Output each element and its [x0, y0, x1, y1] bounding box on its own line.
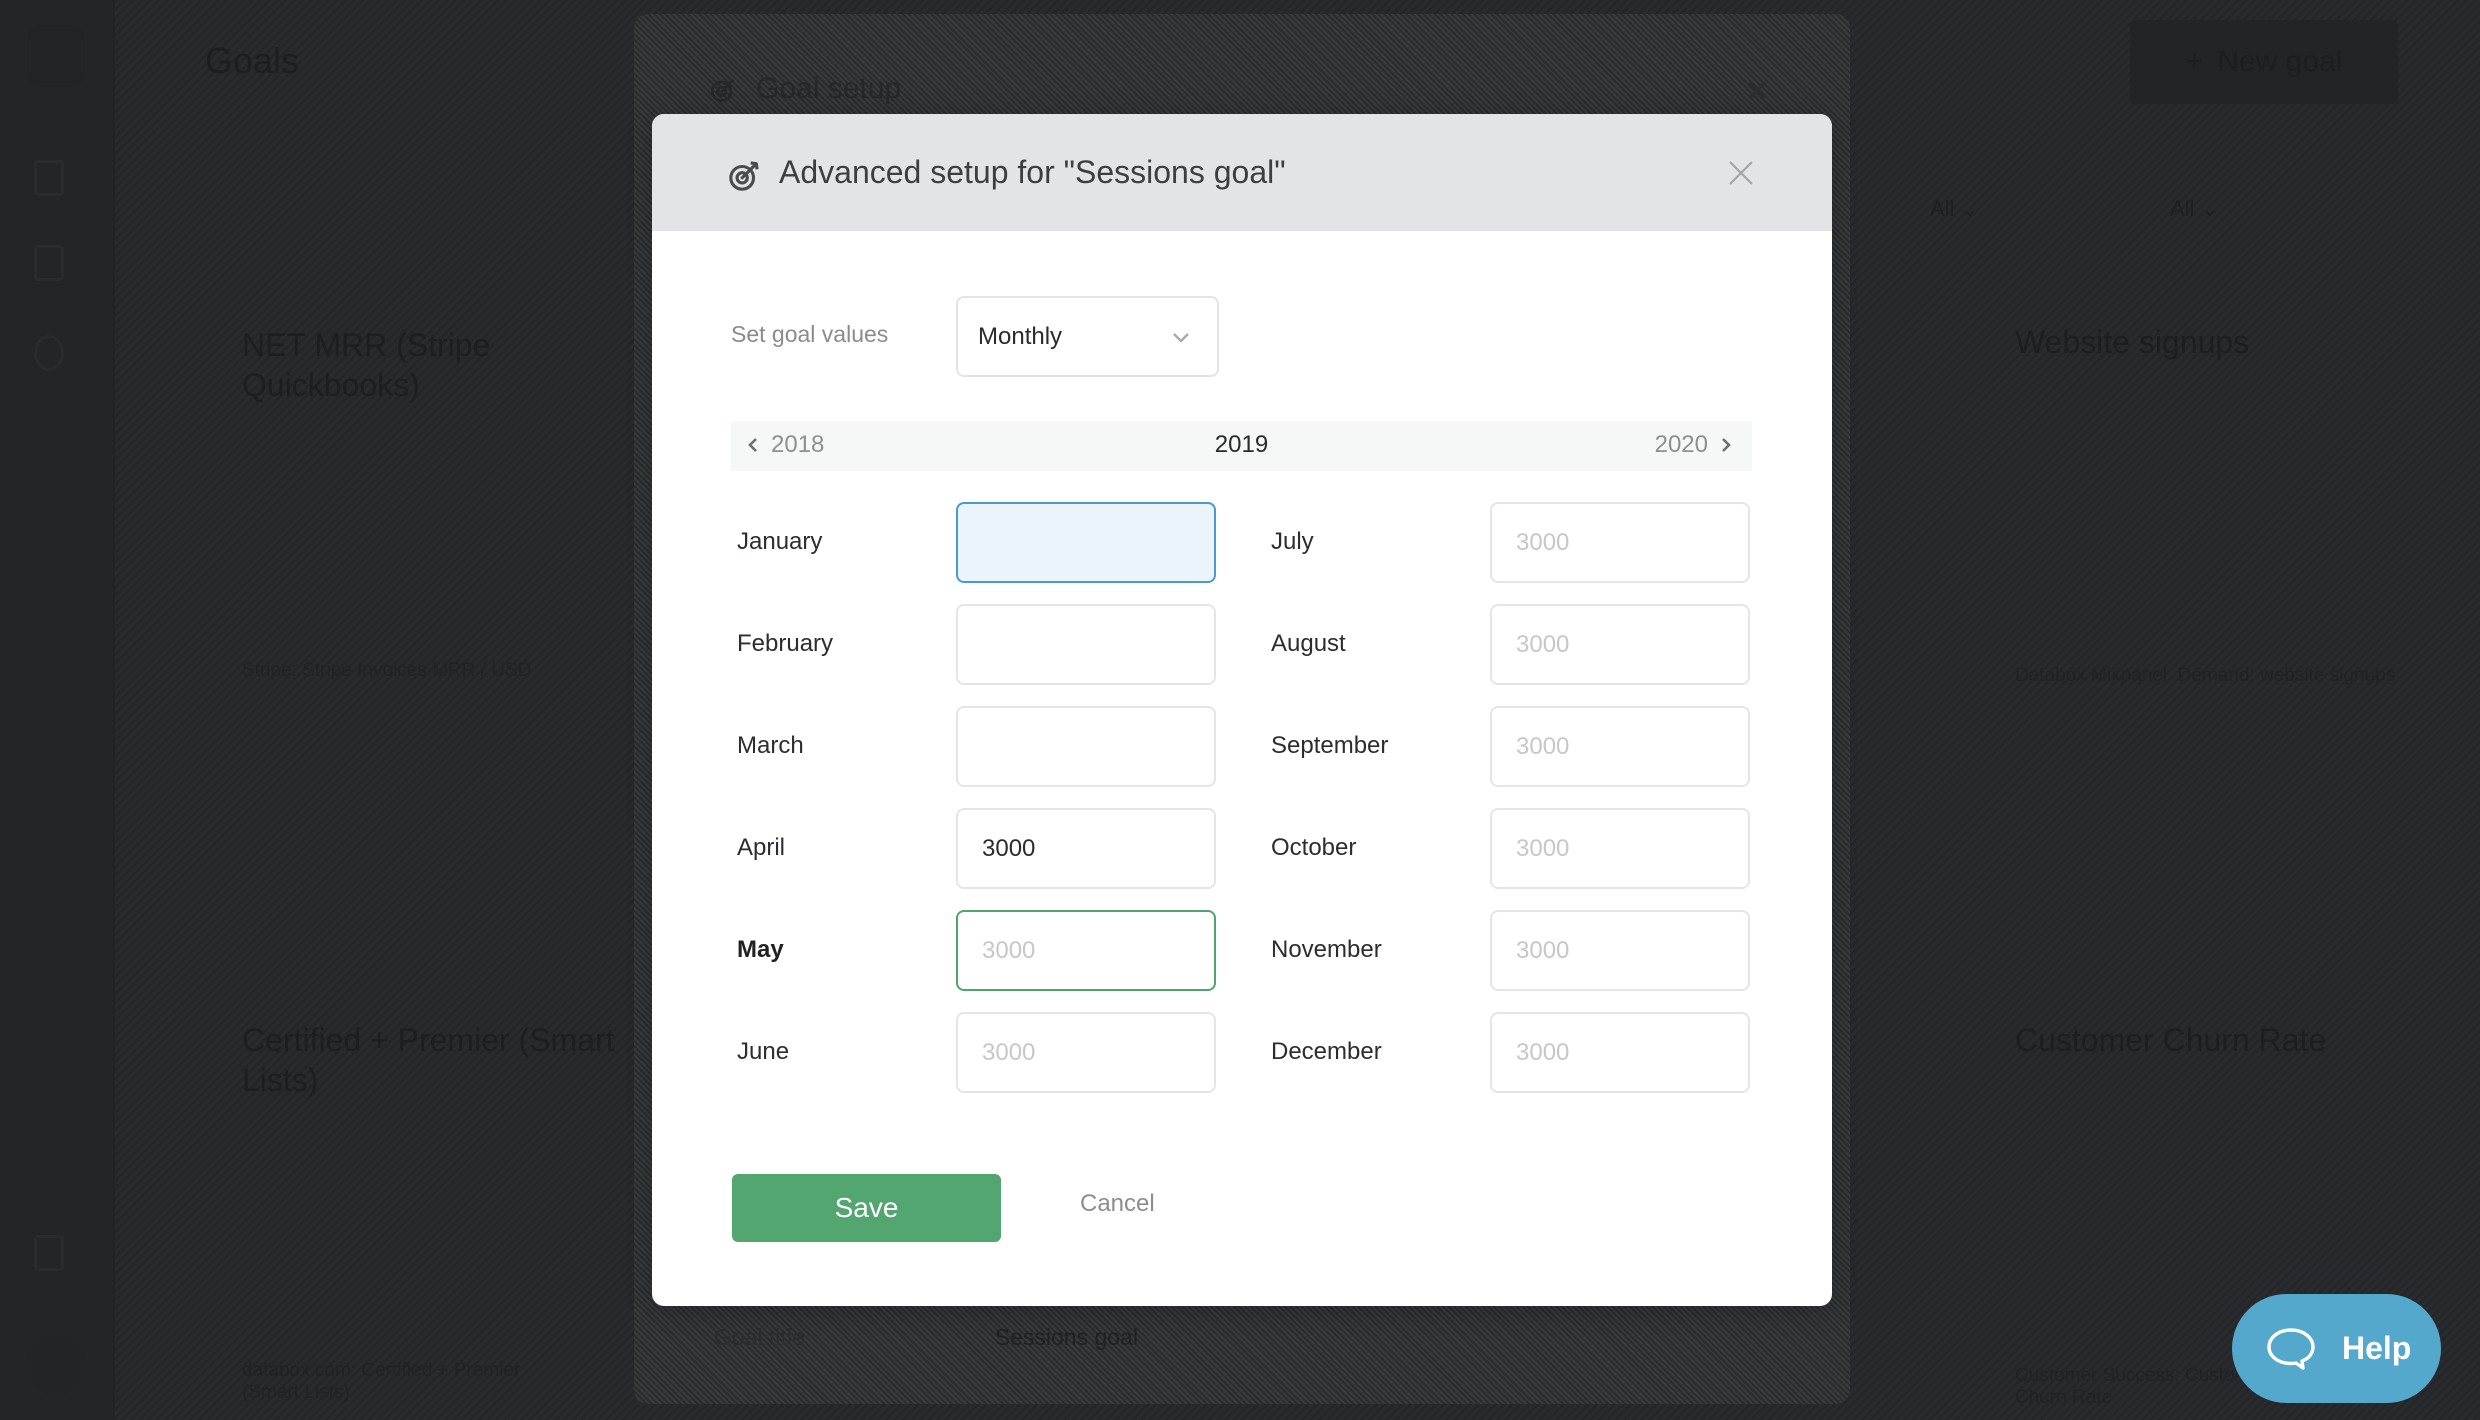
month-label-december: December [1271, 1038, 1382, 1065]
app-logo[interactable] [27, 25, 85, 87]
next-year-button[interactable]: 2020 [1655, 431, 1732, 459]
month-label-march: March [737, 732, 804, 759]
month-label-april: April [737, 834, 786, 861]
month-label-september: September [1271, 732, 1389, 759]
month-label-july: July [1271, 528, 1314, 555]
month-input-august[interactable] [1490, 604, 1750, 685]
period-select[interactable]: Monthly [956, 296, 1219, 377]
new-goal-label: New goal [2217, 45, 2343, 78]
goal-card-title[interactable]: NET MRR (Stripe Quickbooks) [242, 325, 622, 405]
settings-nav-icon[interactable] [34, 1235, 64, 1271]
period-select-value: Monthly [978, 322, 1063, 350]
advanced-setup-dialog: Advanced setup for "Sessions goal" Set g… [652, 114, 1832, 1306]
help-button[interactable]: Help [2232, 1294, 2441, 1403]
goal-title-label: Goal title [714, 1324, 805, 1350]
goal-card-subtitle: Databox Mixpanel: Demand: website signup… [2015, 665, 2396, 686]
page-title: Goals [205, 40, 300, 81]
cancel-button[interactable]: Cancel [1080, 1190, 1155, 1218]
chevron-down-icon [1173, 333, 1189, 343]
month-label-may: May [737, 936, 784, 963]
close-icon[interactable] [1726, 158, 1756, 188]
metrics-nav-icon[interactable] [34, 245, 64, 281]
new-goal-button[interactable]: + New goal [2130, 20, 2398, 104]
chat-bubble-icon [2267, 1327, 2315, 1370]
goal-setup-title: Goal setup [756, 72, 902, 105]
goal-title-value[interactable]: Sessions goal [995, 1324, 1138, 1351]
current-year: 2019 [1214, 431, 1269, 458]
month-label-january: January [737, 528, 823, 555]
month-label-june: June [737, 1038, 790, 1065]
close-icon[interactable]: ✕ [1745, 74, 1770, 109]
target-arrow-icon [729, 161, 759, 191]
dialog-title: Advanced setup for "Sessions goal" [779, 154, 1286, 190]
month-input-november[interactable] [1490, 910, 1750, 991]
user-avatar[interactable] [26, 1335, 86, 1395]
filter-dropdown-1[interactable]: All ⌄ [1930, 196, 1979, 222]
goal-title-row: Goal title Sessions goal [714, 1324, 1138, 1351]
month-input-april[interactable] [956, 808, 1216, 889]
save-button[interactable]: Save [732, 1174, 1001, 1242]
goal-card-title[interactable]: Website signups [2015, 322, 2395, 362]
month-input-february[interactable] [956, 604, 1216, 685]
month-input-october[interactable] [1490, 808, 1750, 889]
help-label: Help [2342, 1330, 2412, 1366]
month-label-february: February [737, 630, 834, 657]
next-year-label: 2020 [1654, 431, 1708, 458]
dashboard-nav-icon[interactable] [34, 160, 64, 196]
plus-icon: + [2185, 45, 2204, 78]
month-input-september[interactable] [1490, 706, 1750, 787]
month-label-november: November [1271, 936, 1382, 963]
goal-card-subtitle: databox.com: Certified + Premier (Smart … [242, 1360, 521, 1403]
filter-dropdown-2[interactable]: All ⌄ [2170, 196, 2219, 222]
month-label-october: October [1271, 834, 1357, 861]
dialog-header: Advanced setup for "Sessions goal" [652, 114, 1832, 231]
month-input-march[interactable] [956, 706, 1216, 787]
year-navigation: 2018 2019 2020 [731, 421, 1752, 471]
month-input-may[interactable] [956, 910, 1216, 991]
month-label-august: August [1271, 630, 1346, 657]
chevron-right-icon [1722, 438, 1731, 452]
goal-card-title[interactable]: Customer Churn Rate [2015, 1020, 2395, 1060]
goal-card-title[interactable]: Certified + Premier (Smart Lists) [242, 1020, 622, 1100]
month-input-january[interactable] [956, 502, 1216, 583]
month-input-july[interactable] [1490, 502, 1750, 583]
set-goal-values-label: Set goal values [731, 321, 889, 347]
goals-nav-icon[interactable] [34, 335, 64, 371]
month-input-december[interactable] [1490, 1012, 1750, 1093]
target-arrow-icon [710, 78, 735, 103]
goal-setup-header: Goal setup [710, 72, 901, 106]
goal-card-subtitle: Stripe: Stripe Invoices MRR / USD [242, 660, 532, 681]
sidebar [0, 0, 115, 1420]
month-input-june[interactable] [956, 1012, 1216, 1093]
